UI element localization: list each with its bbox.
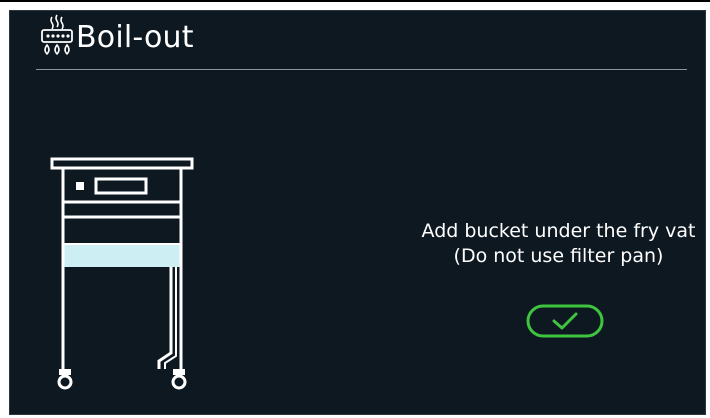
header-divider xyxy=(36,69,687,70)
page-title: Boil-out xyxy=(76,20,194,55)
checkmark-icon xyxy=(526,304,604,338)
boil-out-icon xyxy=(41,14,73,56)
fryer-bucket-illustration xyxy=(50,157,194,390)
boil-out-screen: Boil-out Add bucket under the fry vat (D… xyxy=(9,10,706,415)
confirm-button[interactable] xyxy=(526,304,604,338)
instruction-message: Add bucket under the fry vat (Do not use… xyxy=(406,219,705,269)
instruction-line-1: Add bucket under the fry vat xyxy=(421,220,696,242)
top-border xyxy=(0,0,710,2)
instruction-line-2: (Do not use filter pan) xyxy=(453,245,664,267)
